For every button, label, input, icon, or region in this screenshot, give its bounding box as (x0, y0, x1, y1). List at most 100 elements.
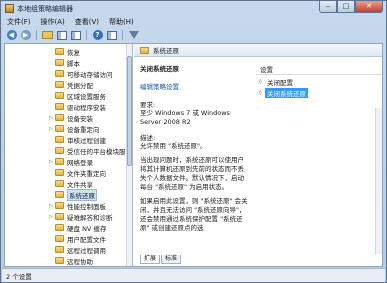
menu-bar: 文件(F) 操作(A) 查看(V) 帮助(H) (2, 16, 385, 28)
folder-icon (55, 169, 64, 176)
folder-icon (55, 81, 64, 88)
minimize-button[interactable]: ‒ (319, 1, 337, 13)
folder-icon (55, 59, 64, 66)
properties-button[interactable] (106, 30, 117, 41)
help-icon: ? (92, 30, 103, 40)
folder-icon (55, 92, 64, 99)
main-content: 恢复 脚本 可移动存储访问 凭据分配 区域设置服务 驱动程序安装 ▷ 设备安装 ▷… (4, 43, 383, 267)
edit-policy-link-text[interactable]: 编辑策略设置 (140, 83, 179, 91)
description-text: 允许禁用 "系统还原"。 (140, 142, 207, 150)
tree-item[interactable]: ▷ 设备安装 (47, 112, 132, 123)
tree-item[interactable]: ▷ 网络登录 (47, 156, 132, 167)
tree-item[interactable]: 文件共享 (47, 178, 132, 189)
tree-item[interactable]: 远程协助 (47, 255, 132, 266)
toolbar: ◀ ▶ ? (2, 28, 385, 42)
export-list-button[interactable] (70, 30, 81, 41)
folder-icon (55, 125, 64, 132)
setting-item-selected[interactable]: ◊ 关闭系统还原 (256, 88, 366, 98)
tree-item[interactable]: 恢复 (47, 46, 132, 57)
tree-item[interactable]: 脚本 (47, 57, 132, 68)
forward-button[interactable]: ▶ (20, 30, 31, 41)
tree-item[interactable]: 用户配置文件 (47, 233, 132, 244)
menu-view[interactable]: 查看(V) (75, 17, 99, 27)
requirements-text: 至少 Windows 7 或 Windows Server 2008 R2 (140, 109, 230, 126)
tree-item[interactable]: 审核过程创建 (47, 134, 132, 145)
details-header: 系统还原 (134, 44, 382, 57)
maximize-button[interactable]: □ (337, 1, 355, 13)
console-tree-icon (56, 30, 67, 40)
arrow-right-icon: ▶ (20, 30, 31, 40)
close-button[interactable]: ✕ (355, 1, 383, 13)
folder-icon (55, 246, 64, 253)
requirements-label: 要求: (140, 101, 156, 109)
status-text: 2 个设置 (6, 272, 32, 281)
details-pane: 系统还原 关闭系统还原 编辑策略设置 要求: 至少 Windows 7 或 Wi… (134, 44, 382, 266)
tree-scrollbar[interactable] (126, 44, 132, 266)
toolbar-separator (86, 30, 87, 40)
description-text: 如果启用此设置，则 "系统还原" 会关闭，并且无法访问 "系统还原向导"，还会禁… (140, 197, 248, 232)
settings-list: 设置 ◊ 关闭配置 ◊ 关闭系统还原 (256, 58, 382, 254)
tree-item-selected[interactable]: 系统还原 (47, 188, 132, 201)
tree-item[interactable]: ▷ 疑难解答和诊断 (47, 211, 132, 222)
tree-item[interactable]: 文件夹重定向 (47, 167, 132, 178)
folder-icon (140, 46, 149, 54)
description-label: 描述: (140, 134, 156, 142)
back-button[interactable]: ◀ (6, 30, 17, 41)
folder-icon (55, 191, 64, 198)
toolbar-separator (36, 30, 37, 40)
settings-scrollbar[interactable] (375, 108, 382, 254)
settings-column-header[interactable]: 设置 (256, 64, 382, 75)
folder-up-icon (42, 31, 53, 39)
title-bar[interactable]: 本地组策略编辑器 ‒ □ ✕ (1, 1, 386, 16)
tree-item[interactable]: 受信任的平台模块服务 (47, 145, 132, 156)
filter-icon (128, 31, 139, 39)
menu-action[interactable]: 操作(A) (41, 17, 65, 27)
folder-icon (55, 114, 64, 121)
filter-button[interactable] (128, 30, 139, 41)
folder-icon (55, 136, 64, 143)
tree-item[interactable]: ▷ 设备重定向 (47, 123, 132, 134)
expand-arrow-icon[interactable]: ▷ (47, 214, 55, 220)
expand-arrow-icon[interactable]: ▷ (47, 126, 55, 132)
folder-icon (55, 70, 64, 77)
tree-item[interactable]: 区域设置服务 (47, 90, 132, 101)
export-list-icon (70, 30, 81, 40)
tree-item[interactable]: ▷ 性能控制面板 (47, 200, 132, 211)
window-controls: ‒ □ ✕ (319, 1, 383, 13)
folder-icon (55, 103, 64, 110)
scrollbar-thumb[interactable] (127, 56, 132, 166)
folder-icon (55, 48, 64, 55)
tree-item[interactable]: 硬盘 NV 缓存 (47, 222, 132, 233)
menu-help[interactable]: 帮助(H) (109, 17, 134, 27)
status-bar: 2 个设置 (2, 268, 385, 282)
toolbar-separator (122, 30, 123, 40)
expand-arrow-icon[interactable]: ▷ (47, 203, 55, 209)
folder-icon (55, 147, 64, 154)
folder-icon (55, 235, 64, 242)
folder-icon (55, 158, 64, 165)
tree-item[interactable]: 凭据分配 (47, 79, 132, 90)
tab-extended[interactable]: 扩展 (140, 255, 161, 264)
folder-icon (55, 257, 64, 264)
app-icon (5, 4, 14, 13)
setting-item[interactable]: ◊ 关闭配置 (256, 77, 366, 87)
up-level-button[interactable] (42, 30, 53, 41)
extended-description: 关闭系统还原 编辑策略设置 要求: 至少 Windows 7 或 Windows… (134, 58, 256, 254)
editor-window: 本地组策略编辑器 ‒ □ ✕ 文件(F) 操作(A) 查看(V) 帮助(H) ◀… (0, 0, 387, 283)
description-text: 当出现问题时，系统还原可以使用户将其计算机还原到先前的状态而不丢失个人数据文件。… (140, 156, 244, 191)
tab-standard[interactable]: 标准 (161, 255, 182, 264)
console-tree: 恢复 脚本 可移动存储访问 凭据分配 区域设置服务 驱动程序安装 ▷ 设备安装 ▷… (5, 44, 133, 266)
expand-arrow-icon[interactable]: ▷ (47, 159, 55, 165)
help-button[interactable]: ? (92, 30, 103, 41)
edit-policy-link[interactable]: 编辑策略设置 (140, 81, 250, 91)
expand-arrow-icon[interactable]: ▷ (47, 115, 55, 121)
window-title: 本地组策略编辑器 (17, 5, 73, 13)
tree-item[interactable]: 可移动存储访问 (47, 68, 132, 79)
folder-icon (55, 224, 64, 231)
tree-item[interactable]: 驱动程序安装 (47, 101, 132, 112)
folder-icon (55, 213, 64, 220)
menu-file[interactable]: 文件(F) (7, 17, 31, 27)
folder-icon (55, 202, 64, 209)
show-hide-tree-button[interactable] (56, 30, 67, 41)
tree-item[interactable]: 远程过程调用 (47, 244, 132, 255)
